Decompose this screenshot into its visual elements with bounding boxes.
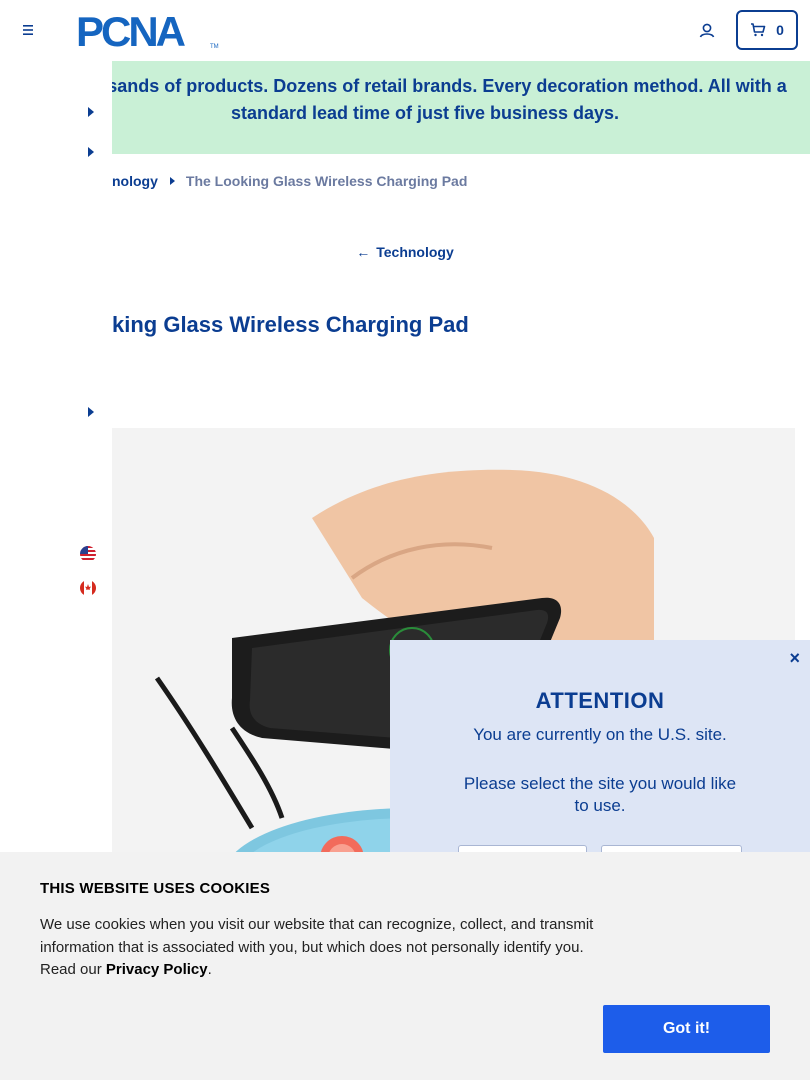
promo-banner: Thousands of products. Dozens of retail … bbox=[0, 61, 810, 154]
cookie-accept-button[interactable]: Got it! bbox=[603, 1005, 770, 1053]
account-icon[interactable] bbox=[696, 20, 718, 42]
cart-button[interactable]: 0 bbox=[736, 10, 798, 50]
attention-title: ATTENTION bbox=[535, 688, 665, 713]
site-header: PCNA TM 0 bbox=[0, 0, 810, 60]
promo-banner-text: Thousands of products. Dozens of retail … bbox=[63, 76, 787, 123]
caret-right-icon bbox=[169, 177, 175, 185]
caret-right-icon[interactable] bbox=[86, 406, 96, 418]
site-selection-modal: × ATTENTION You are currently on the U.S… bbox=[390, 640, 810, 885]
cookie-banner: THIS WEBSITE USES COOKIES We use cookies… bbox=[0, 852, 810, 1080]
us-flag-icon[interactable] bbox=[80, 546, 96, 562]
canada-flag-icon[interactable] bbox=[80, 580, 96, 596]
menu-icon[interactable] bbox=[18, 20, 38, 40]
breadcrumb-current: The Looking Glass Wireless Charging Pad bbox=[185, 173, 468, 189]
cart-count: 0 bbox=[776, 22, 784, 38]
back-link-label: Technology bbox=[376, 244, 454, 260]
cart-icon bbox=[751, 23, 766, 37]
product-title: king Glass Wireless Charging Pad bbox=[112, 312, 469, 337]
arrow-left-icon: ← bbox=[356, 244, 371, 260]
privacy-policy-link[interactable]: Privacy Policy bbox=[106, 961, 208, 978]
pcna-logo[interactable]: PCNA TM bbox=[74, 8, 224, 52]
caret-right-icon[interactable] bbox=[86, 146, 96, 158]
caret-right-icon[interactable] bbox=[86, 106, 96, 118]
back-to-category-link[interactable]: ← Technology bbox=[0, 244, 810, 260]
svg-text:TM: TM bbox=[210, 44, 219, 50]
attention-prompt: Please select the site you would like to… bbox=[463, 774, 737, 815]
breadcrumb: nology The Looking Glass Wireless Chargi… bbox=[112, 172, 467, 190]
svg-text:PCNA: PCNA bbox=[76, 8, 186, 52]
close-icon[interactable]: × bbox=[789, 648, 800, 669]
cookie-text-end: . bbox=[207, 961, 212, 978]
breadcrumb-parent-link[interactable]: nology bbox=[112, 173, 158, 189]
attention-message: You are currently on the U.S. site. bbox=[473, 725, 727, 744]
cookie-title: THIS WEBSITE USES COOKIES bbox=[40, 880, 271, 897]
cookie-text: We use cookies when you visit our websit… bbox=[40, 914, 610, 982]
